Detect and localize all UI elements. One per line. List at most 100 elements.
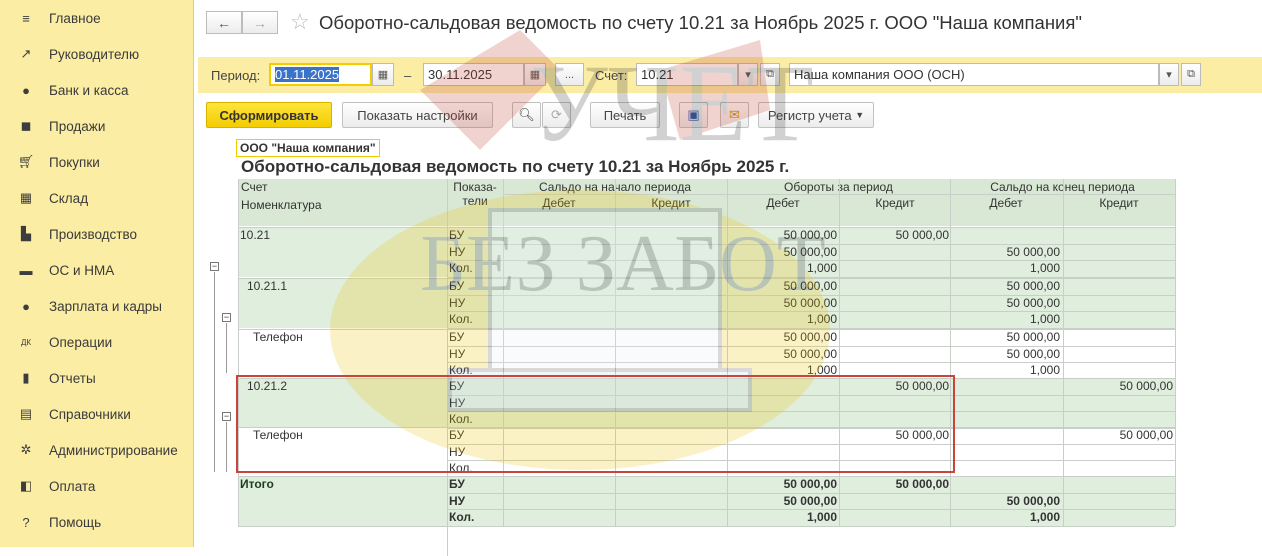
search-icon[interactable]: 🔍︎ (512, 102, 541, 128)
header-account: Счет (241, 180, 268, 194)
factory-icon: ▙ (21, 226, 31, 241)
value-cell: 50 000,00 (895, 428, 949, 442)
sidebar-item[interactable]: ▦ Склад (0, 180, 194, 216)
grid-line (238, 278, 1175, 279)
value-cell: 50 000,00 (783, 330, 837, 344)
grid-line (447, 394, 1175, 396)
back-button[interactable]: ← (206, 11, 242, 34)
grid-line (238, 378, 1175, 379)
row-name: 10.21.2 (247, 379, 288, 393)
grid-line (615, 179, 616, 526)
menu-icon: ≡ (22, 10, 30, 26)
value-cell: 50 000,00 (783, 244, 837, 259)
account-field[interactable]: 10.21 (636, 63, 738, 86)
header-sub: Дебет (542, 196, 576, 210)
arrow-left-icon: ← (217, 14, 231, 31)
sidebar-item[interactable]: ▙ Производство (0, 216, 194, 252)
indicator-cell: БУ (449, 477, 465, 491)
bag-icon: ◼ (20, 118, 32, 133)
search-clear-icon[interactable]: ⟳ (542, 102, 571, 128)
period-to-field[interactable]: 30.11.2025 (423, 63, 524, 86)
chevron-down-icon: ▼ (855, 110, 865, 120)
print-button[interactable]: Печать (590, 102, 660, 128)
forward-button[interactable]: → (242, 11, 278, 34)
question-icon: ? (22, 514, 30, 530)
sidebar-item[interactable]: ▮ Отчеты (0, 360, 194, 396)
open-icon[interactable]: ⧉ (1181, 63, 1201, 86)
sidebar-item[interactable]: ↗ Руководителю (0, 36, 194, 72)
header-sub: Дебет (989, 196, 1023, 210)
sidebar-item[interactable]: ● Банк и касса (0, 72, 194, 108)
value-cell: 1,000 (806, 312, 837, 326)
save-icon[interactable]: ▣ (679, 102, 708, 128)
account-label: Счет: (595, 68, 628, 83)
collapse-icon[interactable]: − (210, 262, 219, 271)
indicator-cell: НУ (449, 346, 466, 361)
email-icon[interactable]: ✉ (720, 102, 749, 128)
calendar-icon[interactable]: ▦ (524, 63, 546, 86)
chevron-down-icon[interactable]: ▾ (1159, 63, 1179, 86)
indicator-cell: НУ (449, 244, 466, 259)
period-bar: Период: 01.11.2025 ▦ – 30.11.2025 ▦ ... … (198, 57, 1262, 93)
period-select-button[interactable]: ... (555, 63, 584, 86)
calendar-icon[interactable]: ▦ (372, 63, 394, 86)
header-indicator: Показа- тели (453, 180, 497, 208)
sidebar-item[interactable]: ▤ Справочники (0, 396, 194, 432)
grid-line (238, 179, 239, 526)
sidebar-item[interactable]: ДК Операции (0, 324, 194, 360)
sidebar-item[interactable]: ≡ Главное (0, 0, 194, 36)
value-cell: 50 000,00 (783, 295, 837, 310)
person-icon: ● (22, 298, 30, 314)
header-sub: Кредит (875, 196, 915, 210)
truck-icon: ▬ (19, 262, 33, 278)
sidebar-item[interactable]: ▬ ОС и НМА (0, 252, 194, 288)
indicator-cell: БУ (449, 279, 465, 293)
value-cell: 1,000 (1029, 261, 1060, 275)
value-cell: 50 000,00 (1119, 428, 1173, 442)
sidebar-item[interactable]: ✲ Администрирование (0, 432, 194, 468)
header-nomenclature: Номенклатура (241, 198, 322, 212)
grid-line (503, 179, 504, 526)
collapse-icon[interactable]: − (222, 412, 231, 421)
sidebar-item-label: Справочники (49, 406, 131, 422)
show-settings-button[interactable]: Показать настройки (342, 102, 493, 128)
sidebar-item-label: Склад (49, 190, 89, 206)
row-name: 10.21.1 (247, 279, 288, 293)
grid-line (238, 427, 1175, 428)
grid-line (447, 179, 448, 526)
indicator-cell: Кол. (449, 510, 475, 524)
value-cell: 50 000,00 (895, 379, 949, 393)
period-from-field[interactable]: 01.11.2025 (269, 63, 372, 86)
register-button[interactable]: Регистр учета ▼ (758, 102, 874, 128)
chevron-down-icon[interactable]: ▾ (738, 63, 758, 86)
grid-line (447, 411, 1175, 412)
tree-line (214, 272, 215, 472)
sidebar-item[interactable]: 🛒︎ Покупки (0, 144, 194, 180)
sidebar-item[interactable]: ◼ Продажи (0, 108, 194, 144)
generate-button[interactable]: Сформировать (206, 102, 332, 128)
grid-line (238, 329, 1175, 330)
report-org: ООО "Наша компания" (236, 139, 380, 157)
indicator-cell: Кол. (449, 312, 473, 326)
company-field[interactable]: Наша компания ООО (ОСН) (789, 63, 1159, 86)
open-icon[interactable]: ⧉ (760, 63, 780, 86)
sidebar-item-label: Производство (49, 226, 138, 242)
sidebar-item[interactable]: ◧ Оплата (0, 468, 194, 504)
indicator-cell: НУ (449, 493, 466, 508)
collapse-icon[interactable]: − (222, 313, 231, 322)
trend-icon: ↗ (20, 46, 32, 61)
header-sub: Дебет (766, 196, 800, 210)
warehouse-icon: ▦ (19, 190, 33, 205)
value-cell: 50 000,00 (895, 228, 949, 242)
sidebar-item[interactable]: ● Зарплата и кадры (0, 288, 194, 324)
grid-line (447, 460, 1175, 461)
grid-line (727, 179, 728, 526)
favorite-star-icon[interactable]: ☆ (290, 9, 310, 35)
value-cell: 50 000,00 (783, 477, 837, 491)
report-title: Оборотно-сальдовая ведомость по счету 10… (241, 157, 790, 176)
toolbar: Сформировать Показать настройки 🔍︎ ⟳ Печ… (198, 98, 1262, 134)
sidebar-item[interactable]: ? Помощь (0, 504, 194, 540)
grid-line (447, 443, 1175, 445)
indicator-cell: Кол. (449, 412, 473, 426)
gear-icon: ✲ (20, 442, 32, 457)
